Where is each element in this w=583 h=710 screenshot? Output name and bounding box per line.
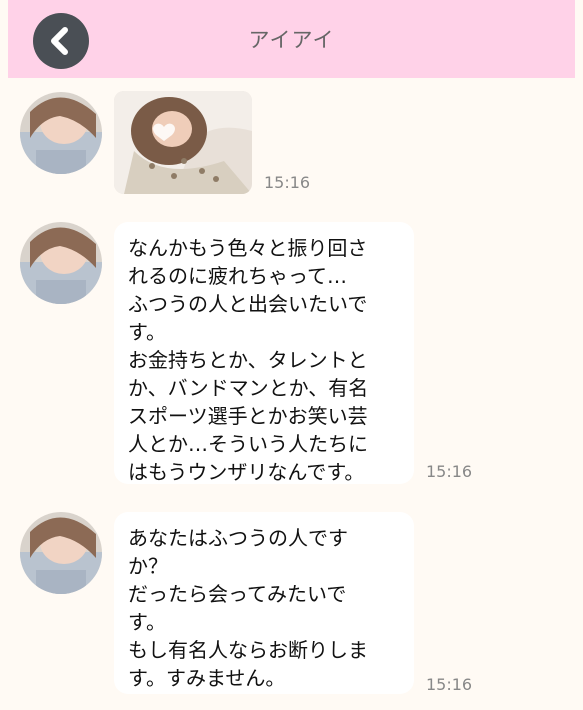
avatar[interactable] [20, 222, 102, 304]
message-text: なんかもう色々と振り回さ れるのに疲れちゃって… ふつうの人と出会いたいで す。… [128, 236, 369, 484]
message-bubble: あなたはふつうの人です か？ だったら会ってみたいで す。 もし有名人ならお断り… [114, 512, 414, 694]
chat-header: アイアイ [8, 0, 575, 78]
message-time: 15:16 [426, 675, 473, 694]
avatar[interactable] [20, 512, 102, 594]
message-bubble: なんかもう色々と振り回さ れるのに疲れちゃって… ふつうの人と出会いたいで す。… [114, 222, 414, 484]
message-text: あなたはふつうの人です か？ だったら会ってみたいで す。 もし有名人ならお断り… [128, 526, 368, 690]
avatar[interactable] [20, 92, 102, 174]
message-time: 15:16 [264, 173, 311, 192]
chat-photo[interactable] [114, 91, 252, 194]
chat-title: アイアイ [248, 28, 335, 52]
message-time: 15:16 [426, 462, 473, 481]
